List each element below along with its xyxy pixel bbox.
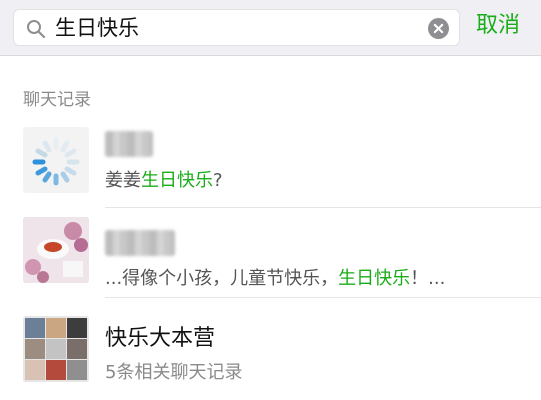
contact-name-blurred <box>105 131 153 157</box>
avatar-photo <box>23 217 89 283</box>
cancel-button[interactable]: 取消 <box>476 12 520 40</box>
avatar <box>23 316 89 382</box>
search-input[interactable]: 生日快乐 <box>13 9 460 46</box>
related-records-count: 5条相关聊天记录 <box>105 362 243 383</box>
loading-spinner-icon <box>32 137 80 186</box>
avatar <box>23 217 89 283</box>
contact-name-blurred <box>105 230 175 256</box>
message-snippet: 姜姜生日快乐? <box>105 170 223 191</box>
search-icon <box>27 20 46 39</box>
chat-result-item[interactable]: 快乐大本营 5条相关聊天记录 <box>0 298 541 388</box>
group-name: 快乐大本营 <box>105 326 216 351</box>
chat-result-item[interactable]: 姜姜生日快乐? <box>0 118 541 208</box>
group-avatar-grid <box>23 316 89 382</box>
search-query: 生日快乐 <box>55 16 139 40</box>
clear-icon[interactable] <box>428 18 449 39</box>
search-bar: 生日快乐 取消 <box>0 0 541 56</box>
section-title: 聊天记录 <box>23 90 91 110</box>
message-snippet: ...得像个小孩，儿童节快乐，生日快乐！... <box>105 268 446 289</box>
chat-result-item[interactable]: ...得像个小孩，儿童节快乐，生日快乐！... <box>0 208 541 298</box>
avatar <box>23 127 89 193</box>
keyword-highlight: 生日快乐 <box>338 268 411 289</box>
keyword-highlight: 生日快乐 <box>141 170 213 191</box>
